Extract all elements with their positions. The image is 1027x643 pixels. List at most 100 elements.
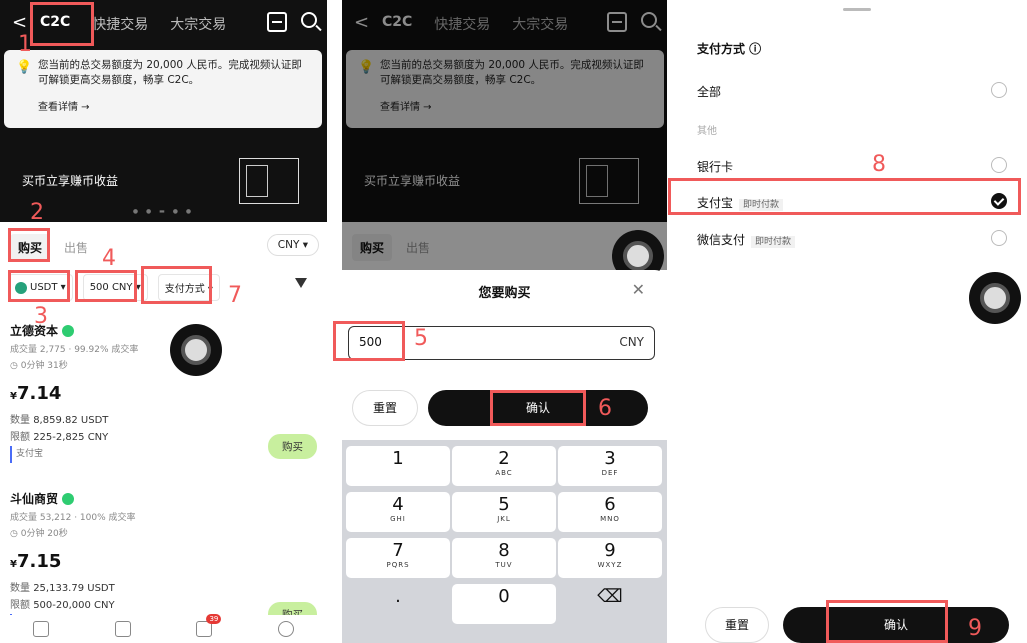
- key-7[interactable]: 7 PQRS: [346, 538, 450, 578]
- notice-text: 您当前的总交易额度为 20,000 人民币。完成视频认证即可解锁更高交易额度，畅…: [38, 59, 302, 86]
- search-icon[interactable]: [301, 12, 317, 28]
- merchant-name[interactable]: 斗仙商贸: [10, 490, 58, 507]
- quantity-label: 数量: [10, 415, 30, 426]
- key-8[interactable]: 8 TUV: [452, 538, 556, 578]
- key-3[interactable]: 3 DEF: [558, 446, 662, 486]
- assistive-touch-button[interactable]: [170, 324, 222, 376]
- limit-notice: 💡 您当前的总交易额度为 20,000 人民币。完成视频认证即可解锁更高交易额度…: [4, 50, 322, 128]
- key-letters: WXYZ: [597, 561, 623, 569]
- currency-select[interactable]: CNY ▾: [266, 234, 319, 256]
- key-letters: PQRS: [386, 561, 410, 569]
- key-letters: MNO: [600, 515, 620, 523]
- merchant-time: ◷ 0分钟 20秒: [10, 529, 68, 539]
- profile-tab-icon[interactable]: [278, 621, 295, 637]
- limit-value: 500-20,000 CNY: [33, 600, 115, 611]
- filter-icon[interactable]: [295, 278, 307, 288]
- messages-tab-icon[interactable]: 39: [196, 614, 222, 637]
- quantity-value: 8,859.82 USDT: [33, 415, 109, 426]
- quantity-row: 数量 8,859.82 USDT: [10, 412, 320, 429]
- bottom-tabbar: 39: [0, 614, 327, 643]
- merchant-price-value: 7.14: [16, 383, 62, 404]
- limit-label: 限额: [10, 600, 30, 611]
- lightbulb-icon: 💡: [16, 60, 33, 75]
- other-section-label: 其他: [697, 126, 717, 137]
- c2c-market-screen: < C2C 快捷交易 大宗交易 💡 您当前的总交易额度为 20,000 人民币。…: [0, 0, 327, 643]
- key-4[interactable]: 4 GHI: [346, 492, 450, 532]
- option-label: 全部: [697, 85, 722, 99]
- option-wechat-pay[interactable]: 微信支付 即时付款: [697, 230, 1013, 248]
- annotation-number-9: 9: [968, 616, 982, 641]
- key-1[interactable]: 1: [346, 446, 450, 486]
- p2p-tab-icon[interactable]: [32, 621, 49, 637]
- merchant-name-row: 立德资本: [10, 322, 320, 339]
- key-label: 1: [392, 448, 404, 469]
- radio-button[interactable]: [991, 82, 1007, 98]
- radio-button[interactable]: [991, 230, 1007, 246]
- merchant-price: ¥7.14: [10, 383, 320, 404]
- option-all[interactable]: 全部: [697, 82, 1013, 100]
- merchant-price: ¥7.15: [10, 551, 320, 572]
- key-letters: ABC: [495, 469, 513, 477]
- radio-button[interactable]: [991, 157, 1007, 173]
- sell-tab[interactable]: 出售: [56, 234, 96, 261]
- unread-badge: 39: [206, 614, 222, 624]
- key-0[interactable]: 0: [452, 584, 556, 624]
- key-label: 0: [498, 586, 510, 607]
- key-label: 3: [604, 448, 616, 469]
- promo-text: 买币立享赚币收益: [22, 174, 119, 188]
- reset-button[interactable]: 重置: [705, 607, 769, 643]
- merchant-stats: 成交量 53,212 · 100% 成交率: [10, 513, 136, 523]
- annotation-box-4: [75, 270, 137, 302]
- reset-button[interactable]: 重置: [352, 390, 418, 426]
- key-5[interactable]: 5 JKL: [452, 492, 556, 532]
- key-letters: DEF: [601, 469, 619, 477]
- option-bank-card[interactable]: 银行卡: [697, 157, 1013, 175]
- annotation-number-6: 6: [598, 396, 612, 421]
- annotation-box-3: [8, 270, 70, 302]
- orders-tab-icon[interactable]: [114, 621, 131, 637]
- merchant-time-value: 0分钟 31秒: [20, 361, 68, 371]
- option-label: 银行卡: [697, 160, 734, 174]
- limit-label: 限额: [10, 432, 30, 443]
- key-label: 8: [498, 540, 510, 561]
- assistive-touch-button[interactable]: [969, 272, 1021, 324]
- view-details-link[interactable]: 查看详情 →: [38, 100, 312, 115]
- promo-illustration-icon: [239, 158, 299, 204]
- key-9[interactable]: 9 WXYZ: [558, 538, 662, 578]
- key-label: 6: [604, 494, 616, 515]
- numeric-keypad: 1 2 ABC 3 DEF 4 GHI 5 JKL 6 MNO 7 PQRS 8 TUV 9W…: [342, 440, 667, 643]
- payment-method-title: 支付方式 ⓘ: [697, 42, 762, 56]
- key-6[interactable]: 6 MNO: [558, 492, 662, 532]
- key-label: 5: [498, 494, 510, 515]
- key-letters: TUV: [495, 561, 513, 569]
- verified-icon: [62, 324, 75, 337]
- sheet-grabber[interactable]: [843, 8, 871, 11]
- key-letters: JKL: [497, 515, 511, 523]
- merchant-time: ◷ 0分钟 31秒: [10, 361, 68, 371]
- backspace-icon[interactable]: ⌫: [558, 584, 662, 624]
- annotation-box-1: [30, 2, 94, 46]
- limit-value: 225-2,825 CNY: [33, 432, 109, 443]
- key-label: 9: [604, 540, 616, 561]
- key-2[interactable]: 2 ABC: [452, 446, 556, 486]
- merchant-time-value: 0分钟 20秒: [20, 529, 68, 539]
- key-decimal[interactable]: .: [346, 584, 450, 624]
- annotation-number-1: 1: [18, 32, 32, 57]
- key-label: 7: [392, 540, 404, 561]
- tab-quick-trade[interactable]: 快捷交易: [92, 14, 148, 34]
- payment-method-screen: 支付方式 ⓘ 全部 其他 银行卡 支付宝 即时付款 微信支付 即时付款 重置 确认: [683, 0, 1027, 643]
- tab-block-trade[interactable]: 大宗交易: [170, 14, 226, 34]
- quantity-value: 25,133.79 USDT: [33, 583, 115, 594]
- key-label: 4: [392, 494, 404, 515]
- key-label: 2: [498, 448, 510, 469]
- scan-icon[interactable]: [267, 12, 287, 32]
- key-label: ⌫: [597, 586, 623, 607]
- back-button[interactable]: <: [12, 12, 27, 33]
- annotation-number-3: 3: [34, 304, 48, 329]
- nav-icons: [267, 12, 317, 32]
- buy-button[interactable]: 购买: [268, 434, 317, 459]
- sheet-title: 您要购买: [478, 286, 531, 301]
- annotation-number-5: 5: [414, 326, 428, 351]
- merchant-name-row: 斗仙商贸: [10, 490, 320, 507]
- close-icon[interactable]: ✕: [632, 280, 645, 299]
